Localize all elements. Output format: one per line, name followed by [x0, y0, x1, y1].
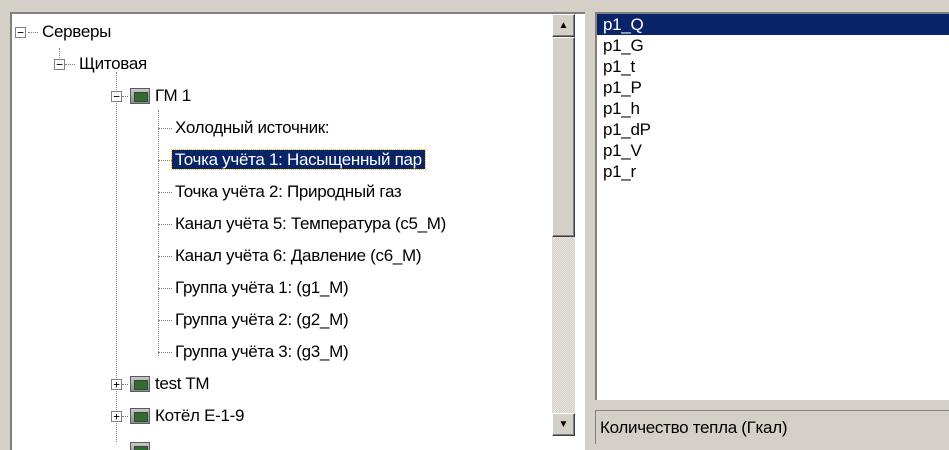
server-tree[interactable]: − Серверы − Щитовая − ГМ 1 Холодный исто… — [10, 12, 585, 450]
parameter-description: Количество тепла (Гкал) — [595, 410, 949, 444]
device-icon — [130, 88, 150, 104]
tree-node-label: Серверы — [42, 22, 112, 41]
tree-content: − Серверы − Щитовая − ГМ 1 Холодный исто… — [12, 14, 567, 450]
tree-connector — [158, 192, 172, 193]
tree-node-group-2[interactable]: Группа учёта 2: (g2_M) — [172, 304, 351, 336]
tree-scrollbar[interactable]: ▲ ▼ — [552, 14, 575, 436]
tree-connector — [122, 416, 128, 417]
tree-node-label: Канал учёта 6: Давление (c6_M) — [175, 246, 422, 265]
scroll-down-button[interactable]: ▼ — [552, 413, 575, 436]
tree-node-group-1[interactable]: Группа учёта 1: (g1_M) — [172, 272, 351, 304]
list-item-parameter[interactable]: p1_P — [597, 77, 949, 98]
tree-node-shchitovaya[interactable]: Щитовая — [76, 48, 150, 80]
tree-connector — [158, 320, 172, 321]
tree-node-label: test TM — [155, 374, 210, 393]
tree-connector — [158, 288, 172, 289]
tree-connector — [158, 160, 172, 161]
collapse-icon[interactable]: − — [15, 27, 26, 38]
scroll-up-button[interactable]: ▲ — [552, 14, 575, 37]
collapse-icon[interactable]: − — [111, 91, 122, 102]
tree-node-label: ГМ 1 — [155, 86, 191, 105]
tree-node-label: Котёл Е-1-9 — [155, 406, 245, 425]
tree-node-label: Группа учёта 3: (g3_M) — [175, 342, 349, 361]
device-icon — [130, 376, 150, 392]
tree-connector — [158, 352, 172, 353]
parameters-list[interactable]: p1_Q p1_G p1_t p1_P p1_h p1_dP p1_V p1_r — [595, 12, 949, 400]
tree-node-label: Группа учёта 1: (g1_M) — [175, 278, 349, 297]
tree-node-test-tm[interactable]: test TM — [152, 368, 212, 400]
list-item-parameter[interactable]: p1_r — [597, 161, 949, 182]
tree-node-cold-source[interactable]: Холодный источник: — [172, 112, 332, 144]
tree-connector — [122, 384, 128, 385]
tree-node-gm1[interactable]: ГМ 1 — [152, 80, 194, 112]
tree-node-channel-6[interactable]: Канал учёта 6: Давление (c6_M) — [172, 240, 424, 272]
tree-node-channel-5[interactable]: Канал учёта 5: Температура (c5_M) — [172, 208, 449, 240]
tree-connector — [28, 32, 38, 33]
list-item-parameter[interactable]: p1_Q — [597, 14, 949, 35]
list-item-parameter[interactable]: p1_h — [597, 98, 949, 119]
scroll-thumb[interactable] — [552, 37, 575, 237]
collapse-icon[interactable]: − — [54, 59, 65, 70]
list-item-parameter[interactable]: p1_dP — [597, 119, 949, 140]
list-item-parameter[interactable]: p1_t — [597, 56, 949, 77]
window: − Серверы − Щитовая − ГМ 1 Холодный исто… — [0, 0, 949, 450]
tree-node-boiler[interactable]: Котёл Е-1-9 — [152, 400, 247, 432]
tree-connector — [122, 96, 128, 97]
tree-connector — [158, 224, 172, 225]
tree-node-label: Точка учёта 1: Насыщенный пар — [171, 149, 426, 170]
device-icon — [130, 442, 150, 450]
list-item-parameter[interactable]: p1_V — [597, 140, 949, 161]
tree-node-label: Группа учёта 2: (g2_M) — [175, 310, 349, 329]
list-item-parameter[interactable]: p1_G — [597, 35, 949, 56]
expand-icon[interactable]: + — [111, 379, 122, 390]
expand-icon[interactable]: + — [111, 411, 122, 422]
device-icon — [130, 408, 150, 424]
tree-connector — [158, 256, 172, 257]
tree-node-metering-point-1[interactable]: Точка учёта 1: Насыщенный пар — [171, 144, 426, 176]
tree-node-label: Точка учёта 2: Природный газ — [175, 182, 402, 201]
tree-node-group-3[interactable]: Группа учёта 3: (g3_M) — [172, 336, 351, 368]
tree-node-servers[interactable]: Серверы — [39, 16, 114, 48]
tree-connector — [158, 128, 172, 129]
tree-node-label: Холодный источник: — [175, 118, 330, 137]
tree-connector — [65, 64, 75, 65]
tree-node-label: Щитовая — [79, 54, 147, 73]
tree-node-metering-point-2[interactable]: Точка учёта 2: Природный газ — [172, 176, 404, 208]
tree-node-label: Канал учёта 5: Температура (c5_M) — [175, 214, 447, 233]
